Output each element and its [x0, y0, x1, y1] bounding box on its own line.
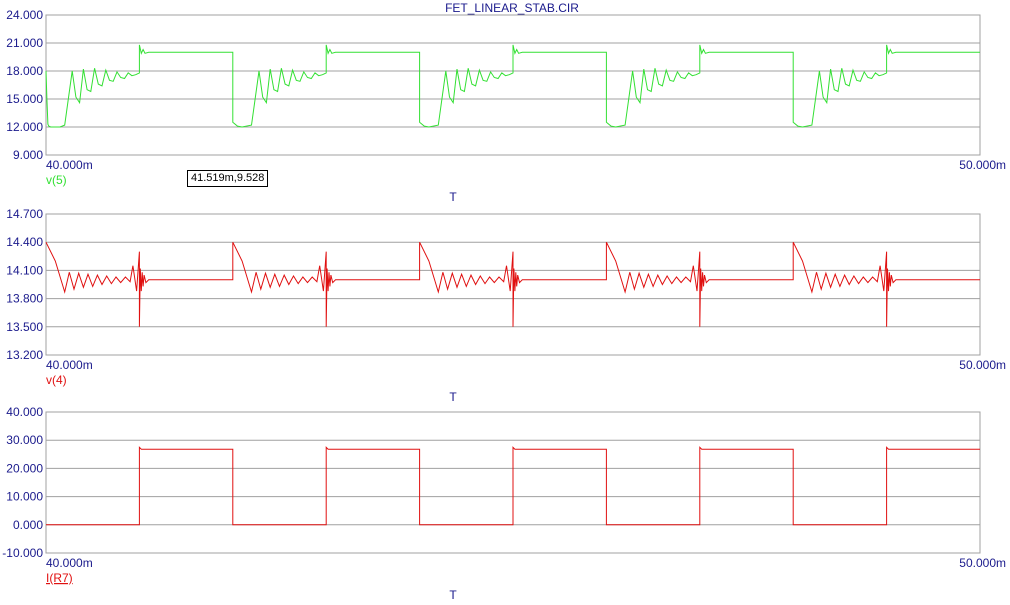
- x-axis-label: T: [449, 588, 457, 602]
- window-title: FET_LINEAR_STAB.CIR: [445, 1, 579, 15]
- y-tick-label: 40.000: [6, 405, 43, 419]
- y-tick-label: 12.000: [6, 120, 43, 134]
- y-tick-label: 14.700: [6, 207, 43, 221]
- x-tick-label: 40.000m: [46, 556, 93, 570]
- cursor-readout: 41.519m,9.528: [187, 170, 269, 187]
- x-tick-label: 50.000m: [959, 358, 1006, 372]
- y-tick-label: 14.100: [6, 263, 43, 277]
- y-tick-label: -10.000: [2, 546, 43, 560]
- x-axis-label: T: [449, 390, 457, 404]
- x-tick-label: 50.000m: [959, 556, 1006, 570]
- y-tick-label: 9.000: [13, 148, 43, 162]
- y-tick-label: 13.200: [6, 348, 43, 362]
- oscilloscope-chart: FET_LINEAR_STAB.CIR 24.000 21.000 18.000 15…: [2, 1, 1006, 602]
- y-tick-label: 20.000: [6, 461, 43, 475]
- series-line-v(5): [45, 44, 980, 128]
- x-tick-label: 40.000m: [46, 358, 93, 372]
- y-tick-label: 18.000: [6, 64, 43, 78]
- chart-pane-1: 24.000 21.000 18.000 15.000 12.000 9.00040.00…: [6, 8, 1006, 204]
- x-tick-label: 50.000m: [959, 158, 1006, 172]
- chart-pane-2: 14.700 14.400 14.100 13.800 13.500 13.20040.0…: [6, 207, 1006, 404]
- x-axis-label: T: [449, 190, 457, 204]
- y-tick-label: 13.500: [6, 320, 43, 334]
- y-tick-label: 21.000: [6, 36, 43, 50]
- y-tick-label: 15.000: [6, 92, 43, 106]
- plot-frame: [45, 14, 981, 156]
- y-tick-label: 10.000: [6, 490, 43, 504]
- y-tick-label: 14.400: [6, 235, 43, 249]
- x-tick-label: 40.000m: [46, 158, 93, 172]
- y-tick-label: 13.800: [6, 292, 43, 306]
- series-line-v(4): [45, 241, 980, 327]
- chart-pane-3: 40.000 30.000 20.000 10.000 0.000 -10.00040.0…: [2, 405, 1006, 602]
- y-tick-label: 24.000: [6, 8, 43, 22]
- series-label: v(5): [46, 173, 67, 187]
- y-tick-label: 30.000: [6, 433, 43, 447]
- series-line-I(R7): [46, 446, 980, 526]
- y-tick-label: 0.000: [13, 518, 43, 532]
- series-label: v(4): [46, 373, 67, 387]
- series-label: I(R7): [46, 571, 73, 585]
